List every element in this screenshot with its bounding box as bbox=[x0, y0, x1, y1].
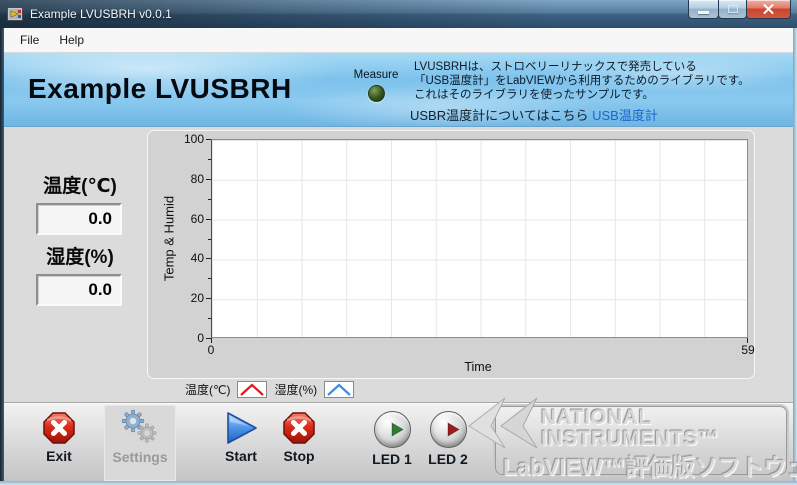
settings-button[interactable]: Settings bbox=[104, 405, 176, 481]
led2-label: LED 2 bbox=[428, 451, 468, 467]
y-major-tick bbox=[206, 298, 211, 299]
exit-stop-sign-icon bbox=[42, 411, 76, 445]
legend-temp-swatch[interactable] bbox=[237, 381, 267, 398]
temp-line-icon bbox=[238, 382, 266, 397]
minimize-icon bbox=[698, 11, 709, 14]
y-major-tick bbox=[206, 258, 211, 259]
exit-button[interactable]: Exit bbox=[28, 408, 90, 478]
led1-button[interactable]: LED 1 bbox=[364, 408, 420, 478]
legend-humid-swatch[interactable] bbox=[324, 381, 354, 398]
minimize-button[interactable] bbox=[688, 0, 719, 19]
led1-label: LED 1 bbox=[372, 451, 412, 467]
link-row: USBR温度計についてはこちら USB温度計 bbox=[410, 105, 658, 124]
description-line: これはそのライブラリを使ったサンプルです。 bbox=[414, 88, 786, 102]
led1-icon bbox=[374, 411, 411, 448]
y-tick-label: 20 bbox=[166, 291, 204, 305]
description-line: LVUSBRHは、ストロベリーリナックスで発売している bbox=[414, 60, 786, 74]
link-prefix-text: USBR温度計についてはこちら bbox=[410, 108, 588, 123]
close-button[interactable] bbox=[746, 0, 791, 19]
y-major-tick bbox=[206, 219, 211, 220]
y-tick-label: 80 bbox=[166, 172, 204, 186]
measure-indicator: Measure bbox=[344, 69, 408, 102]
window-frame-right bbox=[793, 28, 797, 481]
settings-label: Settings bbox=[112, 449, 167, 465]
y-minor-tick bbox=[208, 239, 211, 240]
description-line: 「USB温度計」をLabVIEWから利用するためのライブラリです。 bbox=[414, 74, 786, 88]
y-major-tick bbox=[206, 179, 211, 180]
x-axis-label: Time bbox=[418, 360, 538, 374]
title-bar[interactable]: Example LVUSBRH v0.0.1 bbox=[0, 0, 797, 28]
start-label: Start bbox=[225, 448, 257, 464]
y-tick-label: 40 bbox=[166, 251, 204, 265]
close-icon bbox=[763, 4, 774, 14]
description-text: LVUSBRHは、ストロベリーリナックスで発売している 「USB温度計」をLab… bbox=[414, 60, 786, 102]
y-tick-label: 100 bbox=[166, 132, 204, 146]
header-banner: Example LVUSBRH Measure LVUSBRHは、ストロベリーリ… bbox=[4, 53, 793, 127]
menu-help[interactable]: Help bbox=[49, 29, 94, 51]
humid-line-icon bbox=[325, 382, 353, 397]
ni-eagle-logo-icon bbox=[447, 394, 541, 452]
legend-humid-label: 湿度(%) bbox=[274, 381, 317, 398]
y-tick-label: 0 bbox=[166, 331, 204, 345]
measure-led-icon bbox=[368, 85, 385, 102]
labview-vi-icon bbox=[7, 6, 23, 22]
stop-label: Stop bbox=[283, 448, 314, 464]
measure-label: Measure bbox=[344, 69, 408, 81]
y-minor-tick bbox=[208, 199, 211, 200]
app-window: Example LVUSBRH v0.0.1 File Help Example… bbox=[0, 0, 797, 485]
play-icon bbox=[223, 411, 259, 445]
page-title: Example LVUSBRH bbox=[28, 73, 292, 105]
waveform-chart: Temp & Humid 100 80 60 40 20 0 0 59 Time bbox=[147, 130, 755, 379]
y-minor-tick bbox=[208, 318, 211, 319]
x-tick-label: 59 bbox=[734, 343, 762, 357]
humidity-label: 湿度(%) bbox=[25, 242, 135, 269]
usb-thermometer-link[interactable]: USB温度計 bbox=[592, 108, 658, 123]
humidity-indicator: 0.0 bbox=[36, 274, 122, 306]
stop-button[interactable]: Stop bbox=[274, 408, 324, 478]
temperature-label: 温度(℃) bbox=[25, 171, 135, 198]
legend-temp-label: 温度(℃) bbox=[185, 381, 230, 398]
chart-legend: 温度(℃) 湿度(%) bbox=[185, 380, 354, 398]
maximize-icon bbox=[728, 5, 738, 13]
stop-sign-icon bbox=[282, 411, 316, 445]
window-controls bbox=[689, 0, 791, 19]
start-button[interactable]: Start bbox=[210, 408, 272, 478]
watermark-product-line: LabVIEW™評価版ソフトウェア bbox=[503, 448, 797, 482]
y-axis-label: Temp & Humid bbox=[162, 171, 179, 307]
exit-label: Exit bbox=[46, 448, 72, 464]
maximize-button[interactable] bbox=[718, 0, 747, 19]
plot-area bbox=[211, 139, 748, 338]
window-title: Example LVUSBRH v0.0.1 bbox=[30, 7, 172, 21]
y-tick-label: 60 bbox=[166, 212, 204, 226]
y-minor-tick bbox=[208, 278, 211, 279]
temperature-indicator: 0.0 bbox=[36, 203, 122, 235]
y-minor-tick bbox=[208, 159, 211, 160]
x-tick-label: 0 bbox=[201, 343, 221, 357]
menu-bar: File Help bbox=[4, 28, 793, 53]
menu-file[interactable]: File bbox=[10, 29, 49, 51]
gear-icon bbox=[120, 408, 160, 446]
y-major-tick bbox=[206, 139, 211, 140]
